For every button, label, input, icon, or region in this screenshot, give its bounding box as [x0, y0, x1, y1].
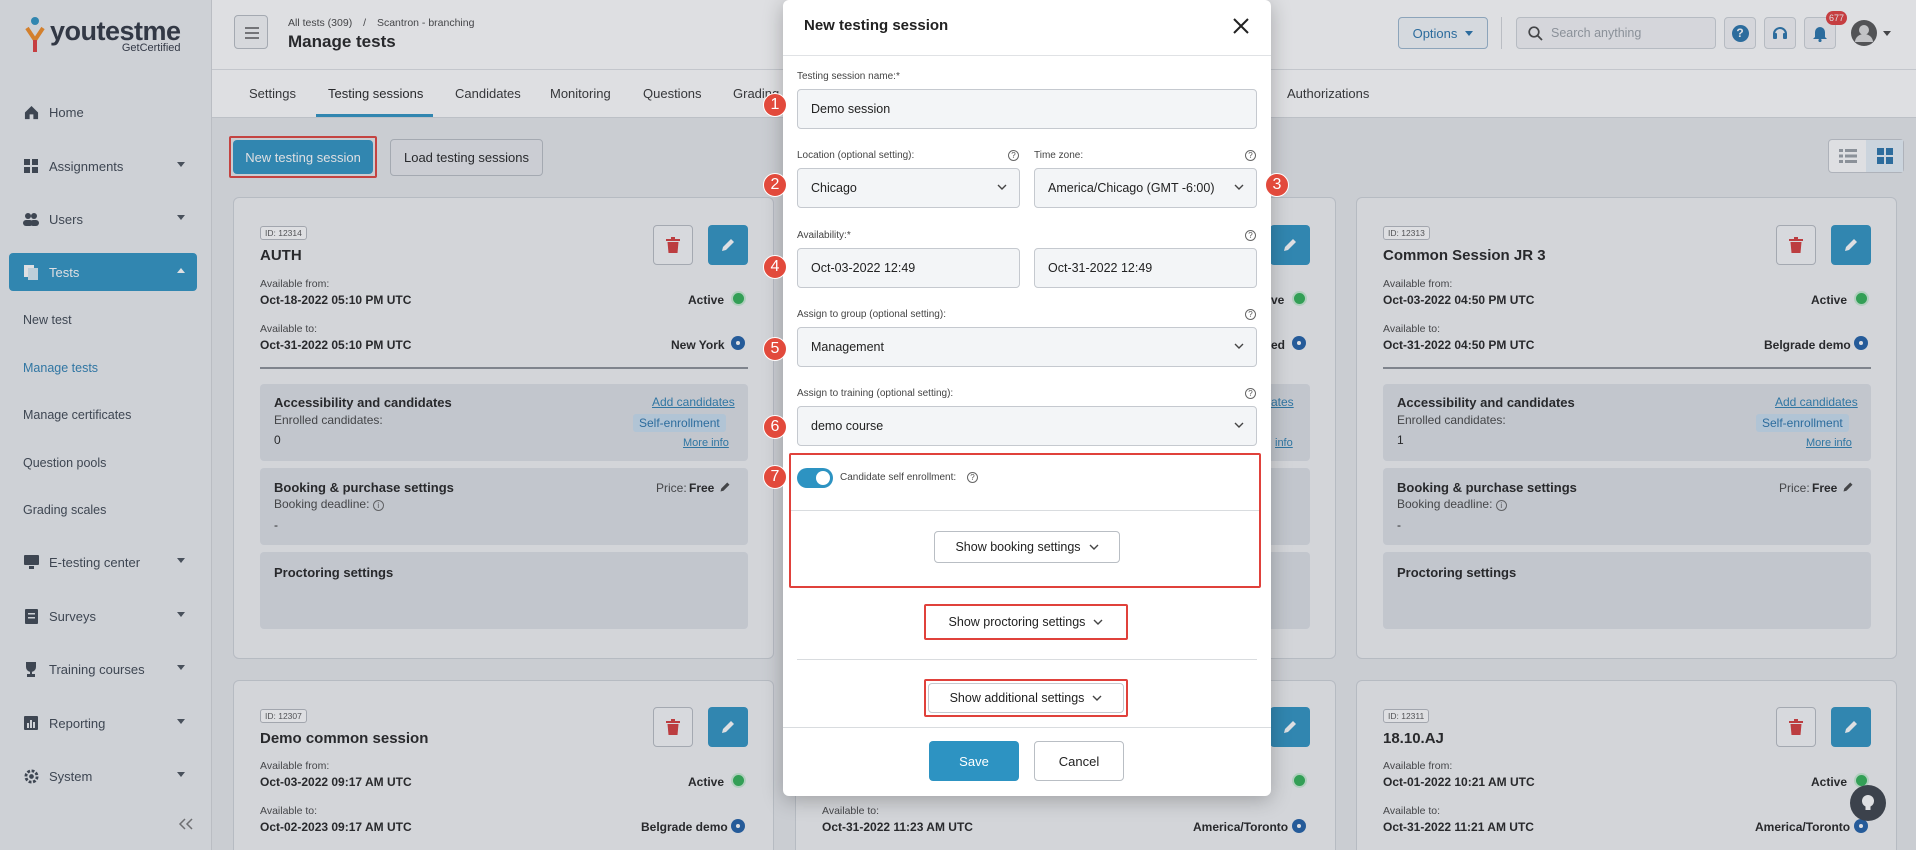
chevron-down-icon — [1234, 343, 1244, 349]
help-icon[interactable]: ? — [1245, 388, 1256, 399]
step-callout: 5 — [763, 337, 787, 361]
group-select[interactable]: Management — [797, 327, 1257, 367]
timezone-label: Time zone: — [1034, 150, 1084, 161]
help-icon[interactable]: ? — [1008, 150, 1019, 161]
timezone-value: America/Chicago (GMT -6:00) — [1048, 181, 1215, 195]
show-booking-settings-button[interactable]: Show booking settings — [934, 531, 1120, 563]
cancel-button[interactable]: Cancel — [1034, 741, 1124, 781]
help-icon[interactable]: ? — [967, 472, 978, 483]
group-value: Management — [811, 340, 884, 354]
step-callout: 6 — [763, 415, 787, 439]
training-label: Assign to training (optional setting): — [797, 388, 954, 399]
availability-to-input[interactable]: Oct-31-2022 12:49 — [1034, 248, 1257, 288]
show-proctoring-settings-button[interactable]: Show proctoring settings — [928, 607, 1124, 637]
help-icon[interactable]: ? — [1245, 230, 1256, 241]
chevron-down-icon — [1089, 544, 1099, 550]
divider — [791, 510, 1259, 511]
chevron-down-icon — [1234, 422, 1244, 428]
availability-from-input[interactable]: Oct-03-2022 12:49 — [797, 248, 1020, 288]
button-label: Show additional settings — [949, 691, 1085, 705]
button-label: Show proctoring settings — [948, 615, 1086, 629]
dialog-title: New testing session — [804, 17, 949, 34]
step-callout: 7 — [763, 465, 787, 489]
chevron-down-icon — [997, 184, 1007, 190]
help-icon[interactable]: ? — [1245, 309, 1256, 320]
step-callout: 4 — [763, 255, 787, 279]
divider — [797, 659, 1257, 660]
divider — [783, 727, 1271, 728]
training-select[interactable]: demo course — [797, 406, 1257, 446]
training-value: demo course — [811, 419, 884, 433]
location-value: Chicago — [811, 181, 857, 195]
show-additional-settings-button[interactable]: Show additional settings — [928, 683, 1124, 713]
step-callout: 3 — [1265, 173, 1289, 197]
step-callout: 1 — [763, 93, 787, 117]
button-label: Show booking settings — [955, 540, 1081, 554]
help-icon[interactable]: ? — [1245, 150, 1256, 161]
self-enrollment-toggle[interactable] — [797, 468, 833, 488]
save-button[interactable]: Save — [929, 741, 1019, 781]
chevron-down-icon — [1092, 695, 1102, 701]
step-callout: 2 — [763, 173, 787, 197]
session-name-label: Testing session name:* — [797, 71, 900, 82]
chevron-down-icon — [1234, 184, 1244, 190]
location-select[interactable]: Chicago — [797, 168, 1020, 208]
availability-label: Availability:* — [797, 230, 851, 241]
close-icon[interactable] — [1232, 17, 1250, 35]
chevron-down-icon — [1093, 619, 1103, 625]
session-name-input[interactable]: Demo session — [797, 89, 1257, 129]
location-label: Location (optional setting): — [797, 150, 915, 161]
timezone-select[interactable]: America/Chicago (GMT -6:00) — [1034, 168, 1257, 208]
new-testing-session-dialog: New testing session Testing session name… — [783, 0, 1271, 796]
group-label: Assign to group (optional setting): — [797, 309, 946, 320]
self-enrollment-label: Candidate self enrollment: — [840, 472, 957, 483]
